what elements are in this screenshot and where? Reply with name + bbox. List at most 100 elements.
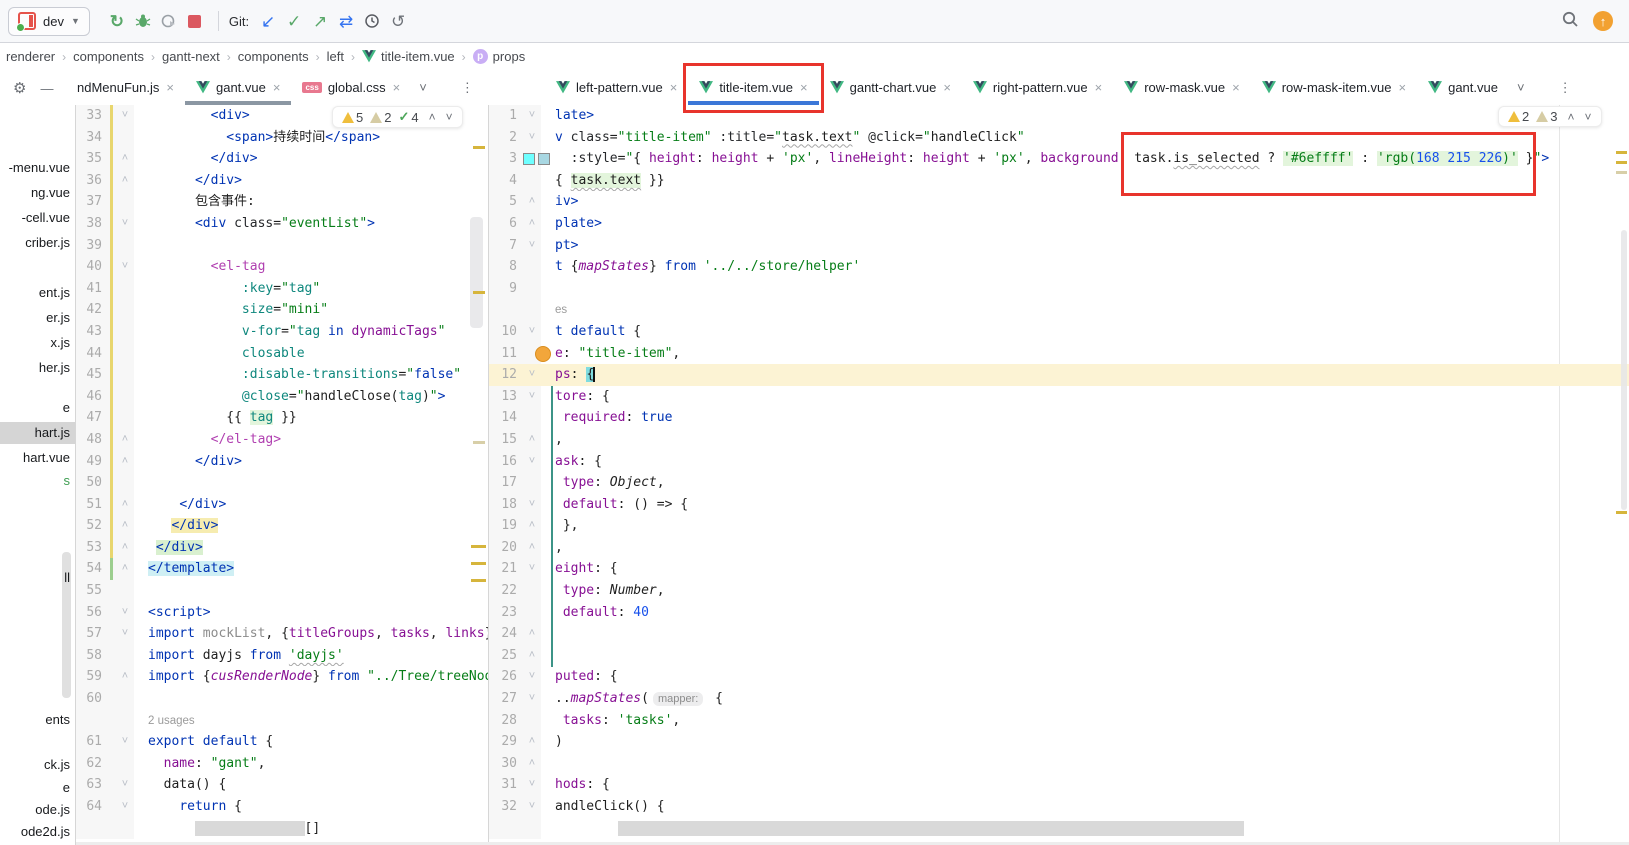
fold-toggle-icon[interactable]: ˄ — [523, 515, 541, 537]
merge-icon[interactable]: ⇄ — [333, 8, 359, 34]
warning-count[interactable]: 5 — [342, 110, 363, 125]
code-line[interactable]: 39 — [76, 235, 488, 257]
tab-global.css[interactable]: cssglobal.css× — [291, 71, 411, 104]
project-item[interactable]: ng.vue — [0, 182, 75, 204]
tab-gant.vue[interactable]: gant.vue — [1417, 71, 1509, 104]
close-tab-icon[interactable]: × — [1095, 80, 1103, 95]
close-tab-icon[interactable]: × — [1399, 80, 1407, 95]
fold-toggle-icon[interactable]: ˄ — [523, 753, 541, 775]
update-project-icon[interactable]: ↙ — [255, 8, 281, 34]
fold-toggle-icon[interactable]: ˅ — [116, 105, 134, 127]
code-line[interactable]: 22 type: Number, — [489, 580, 1629, 602]
fold-toggle-icon[interactable]: ˅ — [116, 256, 134, 278]
fold-toggle-icon[interactable]: ˅ — [523, 386, 541, 408]
left-inspections-widget[interactable]: 52✓4˄˅ — [332, 106, 463, 128]
project-item[interactable]: hart.vue — [0, 447, 75, 469]
commit-icon[interactable]: ✓ — [281, 8, 307, 34]
project-item[interactable]: ode.js — [0, 799, 75, 821]
code-line[interactable]: 46 @close="handleClose(tag)"> — [76, 386, 488, 408]
fold-toggle-icon[interactable]: ˅ — [523, 494, 541, 516]
fold-toggle-icon[interactable]: ˄ — [116, 558, 134, 580]
next-problem-icon[interactable]: ˅ — [1584, 110, 1591, 124]
code-line[interactable]: 19˄ }, — [489, 515, 1629, 537]
fold-toggle-icon[interactable]: ˅ — [116, 731, 134, 753]
fold-toggle-icon[interactable]: ˄ — [523, 213, 541, 235]
fold-toggle-icon[interactable]: ˅ — [116, 774, 134, 796]
fold-toggle-icon[interactable]: ˄ — [116, 515, 134, 537]
fold-toggle-icon[interactable]: ˄ — [116, 537, 134, 559]
code-line[interactable]: 10˅t default { — [489, 321, 1629, 343]
warning-stripe-mark[interactable] — [471, 579, 486, 582]
code-line[interactable]: 48˄ </el-tag> — [76, 429, 488, 451]
warning-stripe-mark[interactable] — [1616, 151, 1627, 154]
inlay-hint-row[interactable]: 2 usages — [76, 710, 488, 732]
fold-toggle-icon[interactable]: ˅ — [523, 105, 541, 127]
project-item[interactable]: ck.js — [0, 754, 75, 776]
breadcrumb-item-gantt-next[interactable]: gantt-next — [160, 49, 222, 64]
left-editor[interactable]: 33˅ <div>34 <span>持续时间</span>35˄ </div>3… — [76, 105, 488, 845]
typo-count[interactable]: ✓4 — [398, 109, 418, 125]
close-tab-icon[interactable]: × — [166, 80, 174, 95]
code-line[interactable]: 38˅ <div class="eventList"> — [76, 213, 488, 235]
close-tab-icon[interactable]: × — [1232, 80, 1240, 95]
fold-toggle-icon[interactable]: ˅ — [523, 774, 541, 796]
fold-toggle-icon[interactable]: ˄ — [523, 645, 541, 667]
code-line[interactable]: 61˅export default { — [76, 731, 488, 753]
code-line[interactable]: 51˄ </div> — [76, 494, 488, 516]
project-item[interactable]: x.js — [0, 332, 75, 354]
fold-toggle-icon[interactable]: ˄ — [116, 148, 134, 170]
right-inspections-widget[interactable]: 23˄˅ — [1498, 106, 1602, 127]
close-tab-icon[interactable]: × — [393, 80, 401, 95]
code-line[interactable]: 40˅ <el-tag — [76, 256, 488, 278]
breadcrumb-item-left[interactable]: left — [325, 49, 346, 64]
close-tab-icon[interactable]: × — [273, 80, 281, 95]
code-line[interactable]: 21˅eight: { — [489, 558, 1629, 580]
fold-toggle-icon[interactable]: ˅ — [116, 602, 134, 624]
prev-problem-icon[interactable]: ˄ — [1567, 110, 1574, 124]
right-editor-scrollbar[interactable] — [1621, 230, 1627, 510]
breadcrumb-item-components[interactable]: components — [236, 49, 311, 64]
warning-stripe-mark[interactable] — [471, 562, 486, 565]
tab-row-mask-item.vue[interactable]: row-mask-item.vue× — [1251, 71, 1417, 104]
fold-toggle-icon[interactable]: ˅ — [523, 321, 541, 343]
code-line[interactable]: 29˄) — [489, 731, 1629, 753]
tab-title-item.vue[interactable]: title-item.vue× — [688, 71, 818, 104]
code-line[interactable]: 24˄ — [489, 623, 1629, 645]
code-line[interactable]: 28 tasks: 'tasks', — [489, 710, 1629, 732]
code-line[interactable]: 14 required: true — [489, 407, 1629, 429]
code-line[interactable]: 42 size="mini" — [76, 299, 488, 321]
code-line[interactable]: 57˅import mockList, {titleGroups, tasks,… — [76, 623, 488, 645]
code-line[interactable]: 64˅ return { — [76, 796, 488, 818]
code-line[interactable]: 16˅ask: { — [489, 451, 1629, 473]
code-line[interactable]: 12˅ps: { — [489, 364, 1629, 386]
right-editor[interactable]: 1˅late>2˅v class="title-item" :title="ta… — [488, 105, 1629, 845]
chevron-down-icon[interactable]: ˅ — [1517, 80, 1525, 95]
kebab-menu-icon[interactable]: ⋮ — [1559, 80, 1572, 96]
code-line[interactable]: 32˅andleClick() { — [489, 796, 1629, 818]
weak-count[interactable]: 3 — [1536, 109, 1557, 124]
next-problem-icon[interactable]: ˅ — [446, 110, 453, 124]
fold-toggle-icon[interactable]: ˄ — [116, 666, 134, 688]
project-item[interactable]: -menu.vue — [0, 157, 75, 179]
code-line[interactable]: 18˅ default: () => { — [489, 494, 1629, 516]
tab-right-pattern.vue[interactable]: right-pattern.vue× — [962, 71, 1113, 104]
fold-toggle-icon[interactable]: ˅ — [523, 127, 541, 149]
code-line[interactable]: 3 :style="{ height: height + 'px', lineH… — [489, 148, 1629, 170]
code-line[interactable]: 30˄ — [489, 753, 1629, 775]
fold-toggle-icon[interactable]: ˄ — [523, 537, 541, 559]
fold-toggle-icon[interactable]: ˅ — [523, 235, 541, 257]
gear-icon[interactable]: ⚙ — [13, 79, 26, 97]
chevron-down-icon[interactable]: ˅ — [419, 80, 427, 95]
profiler-icon[interactable] — [156, 8, 182, 34]
close-tab-icon[interactable]: × — [800, 80, 808, 95]
code-line[interactable]: 1˅late> — [489, 105, 1629, 127]
code-line[interactable]: 5˄iv> — [489, 191, 1629, 213]
project-item[interactable]: ode2d.js — [0, 821, 75, 843]
code-line[interactable]: 49˄ </div> — [76, 451, 488, 473]
code-line[interactable]: 34 <span>持续时间</span> — [76, 127, 488, 149]
project-item[interactable]: ent.js — [0, 282, 75, 304]
fold-toggle-icon[interactable]: ˅ — [523, 364, 541, 386]
warning-stripe-mark[interactable] — [1616, 161, 1627, 164]
project-item[interactable]: hart.js — [0, 422, 75, 444]
project-item[interactable]: -cell.vue — [0, 207, 75, 229]
